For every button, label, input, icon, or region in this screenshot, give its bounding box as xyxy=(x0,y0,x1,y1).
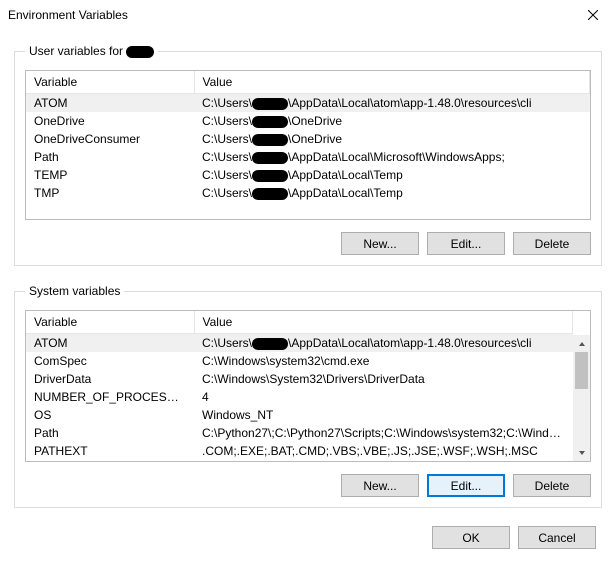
table-row[interactable]: TEMPC:\Users\\AppData\Local\Temp xyxy=(26,166,590,184)
user-edit-button[interactable]: Edit... xyxy=(427,232,505,255)
variable-value: C:\Windows\System32\Drivers\DriverData xyxy=(194,370,573,388)
window-title: Environment Variables xyxy=(8,8,128,22)
user-variables-table: Variable Value ATOMC:\Users\\AppData\Loc… xyxy=(26,71,590,202)
close-icon xyxy=(588,10,598,20)
user-delete-button[interactable]: Delete xyxy=(513,232,591,255)
system-new-button[interactable]: New... xyxy=(341,474,419,497)
variable-name: TEMP xyxy=(26,166,194,184)
cancel-button[interactable]: Cancel xyxy=(518,526,596,549)
variable-value: C:\Windows\system32\cmd.exe xyxy=(194,352,573,370)
variable-name: PATHEXT xyxy=(26,442,194,460)
variable-name: ComSpec xyxy=(26,352,194,370)
variable-name: Path xyxy=(26,148,194,166)
chevron-down-icon xyxy=(578,449,586,457)
table-row[interactable]: OneDriveC:\Users\\OneDrive xyxy=(26,112,590,130)
system-variables-table: Variable Value ATOMC:\Users\\AppData\Loc… xyxy=(26,311,573,460)
variable-value: .COM;.EXE;.BAT;.CMD;.VBS;.VBE;.JS;.JSE;.… xyxy=(194,442,573,460)
table-row[interactable]: ComSpecC:\Windows\system32\cmd.exe xyxy=(26,352,573,370)
table-row[interactable]: OSWindows_NT xyxy=(26,406,573,424)
ok-button[interactable]: OK xyxy=(432,526,510,549)
chevron-up-icon xyxy=(578,340,586,348)
scroll-down-button[interactable] xyxy=(573,444,590,461)
user-variables-legend-text: User variables for xyxy=(29,44,123,58)
table-row[interactable]: ATOMC:\Users\\AppData\Local\atom\app-1.4… xyxy=(26,334,573,353)
variable-name: ATOM xyxy=(26,334,194,353)
variable-value: C:\Users\\AppData\Local\atom\app-1.48.0\… xyxy=(194,94,590,113)
system-variables-list[interactable]: Variable Value ATOMC:\Users\\AppData\Loc… xyxy=(25,310,591,462)
environment-variables-dialog: Environment Variables User variables for xyxy=(0,0,616,582)
system-delete-button[interactable]: Delete xyxy=(513,474,591,497)
table-row[interactable]: ATOMC:\Users\\AppData\Local\atom\app-1.4… xyxy=(26,94,590,113)
system-variables-buttons: New... Edit... Delete xyxy=(25,474,591,497)
variable-name: Path xyxy=(26,424,194,442)
variable-value: C:\Users\\OneDrive xyxy=(194,130,590,148)
variable-name: OneDriveConsumer xyxy=(26,130,194,148)
variable-name: TMP xyxy=(26,184,194,202)
system-variables-group: System variables Variable Value ATOMC:\U… xyxy=(14,284,602,508)
redacted-username xyxy=(252,338,288,350)
variable-name: DriverData xyxy=(26,370,194,388)
table-row[interactable]: OneDriveConsumerC:\Users\\OneDrive xyxy=(26,130,590,148)
variable-value: 4 xyxy=(194,388,573,406)
column-header-variable[interactable]: Variable xyxy=(26,311,194,334)
variable-name: ATOM xyxy=(26,94,194,113)
redacted-username xyxy=(252,188,288,200)
variable-value: C:\Users\\AppData\Local\Temp xyxy=(194,166,590,184)
table-row[interactable]: PathC:\Python27\;C:\Python27\Scripts;C:\… xyxy=(26,424,573,442)
table-row[interactable]: NUMBER_OF_PROCESSORS4 xyxy=(26,388,573,406)
system-variables-legend: System variables xyxy=(25,284,124,298)
variable-value: C:\Users\\AppData\Local\Temp xyxy=(194,184,590,202)
system-list-scrollbar[interactable] xyxy=(573,335,590,461)
user-variables-buttons: New... Edit... Delete xyxy=(25,232,591,255)
redacted-username xyxy=(252,134,288,146)
user-variables-legend: User variables for xyxy=(25,44,158,58)
user-new-button[interactable]: New... xyxy=(341,232,419,255)
dialog-footer: OK Cancel xyxy=(14,518,602,549)
variable-name: NUMBER_OF_PROCESSORS xyxy=(26,388,194,406)
titlebar: Environment Variables xyxy=(0,0,616,30)
scroll-track[interactable] xyxy=(573,352,590,444)
table-row[interactable]: PATHEXT.COM;.EXE;.BAT;.CMD;.VBS;.VBE;.JS… xyxy=(26,442,573,460)
variable-value: C:\Users\\AppData\Local\atom\app-1.48.0\… xyxy=(194,334,573,353)
variable-name: OneDrive xyxy=(26,112,194,130)
table-row[interactable]: DriverDataC:\Windows\System32\Drivers\Dr… xyxy=(26,370,573,388)
system-edit-button[interactable]: Edit... xyxy=(427,474,505,497)
column-header-value[interactable]: Value xyxy=(194,311,573,334)
redacted-username xyxy=(252,116,288,128)
scroll-thumb[interactable] xyxy=(575,352,588,389)
column-header-variable[interactable]: Variable xyxy=(26,71,194,94)
redacted-username xyxy=(126,46,154,58)
redacted-username xyxy=(252,98,288,110)
variable-name: OS xyxy=(26,406,194,424)
column-header-value[interactable]: Value xyxy=(194,71,590,94)
table-row[interactable]: TMPC:\Users\\AppData\Local\Temp xyxy=(26,184,590,202)
variable-value: C:\Users\\AppData\Local\Microsoft\Window… xyxy=(194,148,590,166)
variable-value: C:\Users\\OneDrive xyxy=(194,112,590,130)
variable-value: C:\Python27\;C:\Python27\Scripts;C:\Wind… xyxy=(194,424,573,442)
user-variables-list[interactable]: Variable Value ATOMC:\Users\\AppData\Loc… xyxy=(25,70,591,220)
redacted-username xyxy=(252,170,288,182)
variable-value: Windows_NT xyxy=(194,406,573,424)
table-row[interactable]: PathC:\Users\\AppData\Local\Microsoft\Wi… xyxy=(26,148,590,166)
dialog-content: User variables for Variable Value ATOMC:… xyxy=(0,30,616,582)
window-close-button[interactable] xyxy=(570,0,616,30)
scroll-up-button[interactable] xyxy=(573,335,590,352)
user-variables-group: User variables for Variable Value ATOMC:… xyxy=(14,44,602,266)
redacted-username xyxy=(252,152,288,164)
